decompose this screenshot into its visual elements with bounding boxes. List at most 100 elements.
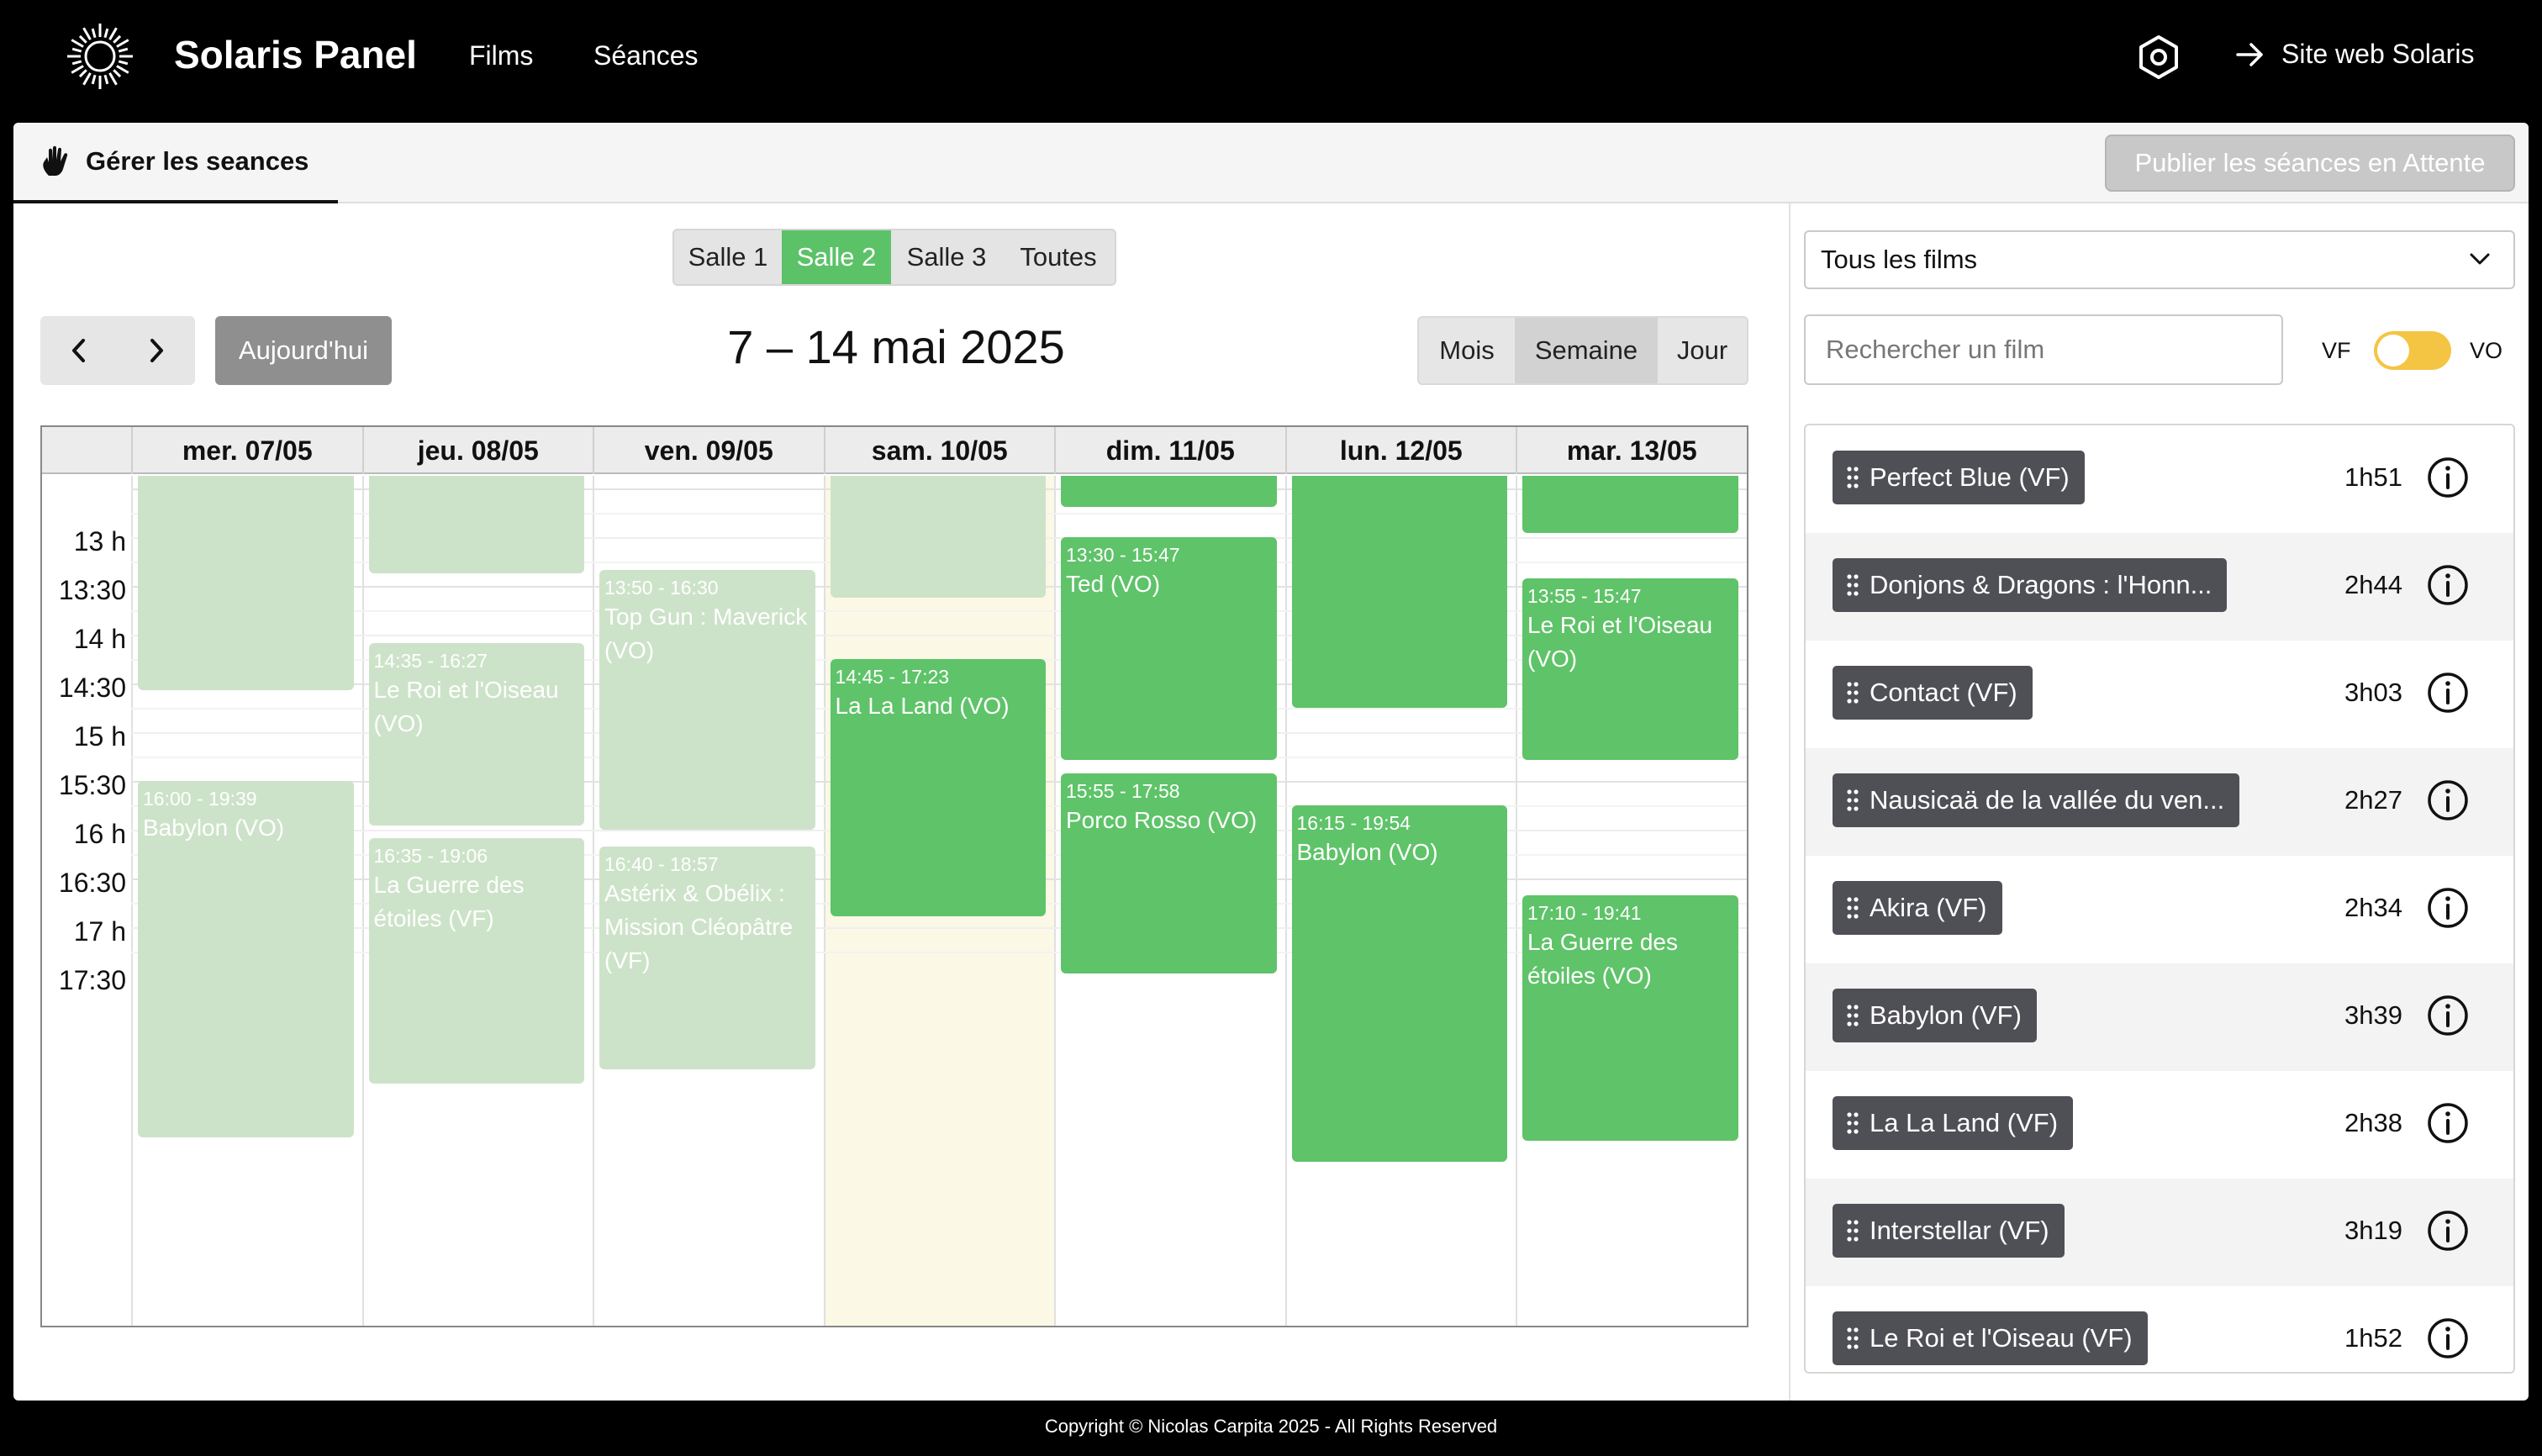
film-drag-chip[interactable]: Contact (VF) (1833, 666, 2033, 720)
seance-event[interactable]: 17:10 - 19:41 La Guerre des étoiles (VO) (1522, 894, 1738, 1141)
seance-event[interactable]: 16:15 - 19:54 Babylon (VO) (1291, 805, 1507, 1162)
day-header: ven. 09/05 (593, 427, 824, 474)
room-button-salle-1[interactable]: Salle 1 (674, 230, 782, 284)
film-filter-select[interactable]: Tous les films (1804, 230, 2515, 289)
vf-vo-toggle[interactable] (2374, 331, 2451, 370)
info-icon[interactable] (2426, 671, 2470, 715)
brand-title[interactable]: Solaris Panel (174, 32, 417, 77)
room-button-salle-3[interactable]: Salle 3 (891, 230, 1002, 284)
film-drag-chip[interactable]: Akira (VF) (1833, 881, 2002, 935)
previous-week-button[interactable] (40, 316, 118, 385)
film-title: Perfect Blue (VF) (1870, 462, 2070, 492)
seance-event[interactable]: 13:30 - 15:47 Ted (VO) (1061, 537, 1277, 761)
seance-event[interactable]: 14:35 - 16:27 Le Roi et l'Oiseau (VO) (368, 643, 584, 826)
time-label: 17:30 (58, 965, 126, 996)
view-button-jour[interactable]: Jour (1656, 318, 1747, 383)
view-button-mois[interactable]: Mois (1419, 318, 1515, 383)
seance-event[interactable]: Nausicaä de la vallée du vent (VO) (138, 476, 354, 691)
time-label: 15 h (73, 721, 126, 752)
film-drag-chip[interactable]: Nausicaä de la vallée du ven... (1833, 773, 2240, 827)
nav-link-seances[interactable]: Séances (593, 40, 699, 71)
day-header: jeu. 08/05 (361, 427, 593, 474)
seance-event[interactable] (830, 476, 1046, 598)
room-button-toutes[interactable]: Toutes (1002, 230, 1115, 284)
settings-hexagon-icon[interactable] (2135, 34, 2182, 81)
room-selector: Salle 1 Salle 2 Salle 3 Toutes (672, 229, 1116, 286)
tab-manage-seances[interactable]: Gérer les seances (13, 123, 338, 203)
publish-pending-button[interactable]: Publier les séances en Attente (2105, 135, 2515, 192)
event-time: 15:55 - 17:58 (1066, 779, 1180, 802)
calendar-time-grid[interactable]: 13 h 13:30 14 h 14:30 15 h 15:30 16 h 16:30 17 h… (42, 476, 1747, 1326)
time-axis: 13 h 13:30 14 h 14:30 15 h 15:30 16 h 16:30 17 h… (42, 476, 131, 1326)
main-panel: Gérer les seances Publier les séances en… (13, 123, 2529, 1401)
drag-handle-icon (1847, 1005, 1859, 1026)
film-search-input[interactable] (1804, 314, 2283, 385)
next-week-button[interactable] (118, 316, 195, 385)
view-button-semaine[interactable]: Semaine (1515, 318, 1656, 383)
day-header: dim. 11/05 (1054, 427, 1285, 474)
film-duration: 3h39 (2344, 1000, 2402, 1030)
film-title: Akira (VF) (1870, 893, 1987, 922)
info-icon[interactable] (2426, 1316, 2470, 1360)
event-title: Le Roi et l'Oiseau (VO) (373, 677, 559, 737)
film-drag-chip[interactable]: La La Land (VF) (1833, 1096, 2074, 1150)
seance-event[interactable]: 13:55 - 15:47 Le Roi et l'Oiseau (VO) (1522, 578, 1738, 761)
header-corner (42, 427, 131, 474)
nav-link-films[interactable]: Films (469, 40, 533, 71)
film-title: Le Roi et l'Oiseau (VF) (1870, 1323, 2133, 1353)
panel-header: Gérer les seances Publier les séances en… (13, 123, 2529, 203)
site-web-link[interactable]: Site web Solaris (2236, 39, 2474, 70)
film-list-item: Donjons & Dragons : l'Honn... 2h44 (1806, 533, 2513, 641)
site-web-label: Site web Solaris (2281, 39, 2475, 69)
info-icon[interactable] (2426, 778, 2470, 822)
time-label: 15:30 (58, 770, 126, 801)
sidebar-divider (1789, 203, 1790, 1401)
film-title: La La Land (VF) (1870, 1108, 2059, 1137)
day-header: lun. 12/05 (1284, 427, 1516, 474)
info-icon[interactable] (2426, 456, 2470, 499)
seance-event[interactable] (368, 476, 584, 573)
view-selector: Mois Semaine Jour (1417, 316, 1748, 385)
time-label: 13 h (73, 526, 126, 557)
event-title: Le Roi et l'Oiseau (VO) (1527, 611, 1713, 672)
seance-event[interactable] (1061, 476, 1277, 507)
seance-event[interactable]: 16:00 - 19:39 Babylon (VO) (138, 781, 354, 1137)
film-list-item: Contact (VF) 3h03 (1806, 641, 2513, 748)
seance-event[interactable]: 15:55 - 17:58 Porco Rosso (VO) (1061, 773, 1277, 973)
film-drag-chip[interactable]: Interstellar (VF) (1833, 1204, 2065, 1258)
film-drag-chip[interactable]: Donjons & Dragons : l'Honn... (1833, 558, 2228, 612)
event-title: Ted (VO) (1066, 571, 1161, 598)
drag-handle-icon (1847, 1112, 1859, 1134)
film-drag-chip[interactable]: Perfect Blue (VF) (1833, 451, 2085, 504)
seance-event[interactable] (1522, 476, 1738, 533)
film-duration: 3h03 (2344, 678, 2402, 707)
room-button-salle-2[interactable]: Salle 2 (782, 230, 891, 284)
seance-event[interactable]: 16:40 - 18:57 Astérix & Obélix : Mission … (599, 846, 815, 1069)
arrow-right-icon (2236, 42, 2263, 66)
film-list-item: Perfect Blue (VF) 1h51 (1806, 425, 2513, 533)
drag-handle-icon (1847, 682, 1859, 704)
info-icon[interactable] (2426, 886, 2470, 930)
film-list-item: Akira (VF) 2h34 (1806, 856, 2513, 963)
chevron-right-icon (150, 339, 163, 362)
seance-event[interactable]: 14:45 - 17:23 La La Land (VO) (830, 659, 1046, 916)
film-duration: 1h52 (2344, 1323, 2402, 1353)
seance-event[interactable]: 16:35 - 19:06 La Guerre des étoiles (VF) (368, 838, 584, 1084)
seance-event[interactable]: 13:50 - 16:30 Top Gun : Maverick (VO) (599, 570, 815, 831)
time-label: 17 h (73, 916, 126, 947)
today-button[interactable]: Aujourd'hui (215, 316, 392, 385)
sun-logo-icon[interactable] (66, 22, 134, 91)
info-icon[interactable] (2426, 563, 2470, 607)
film-list-item: Babylon (VF) 3h39 (1806, 963, 2513, 1071)
film-drag-chip[interactable]: Le Roi et l'Oiseau (VF) (1833, 1311, 2148, 1365)
film-list: Perfect Blue (VF) 1h51 Donjons & Dragons :… (1804, 424, 2515, 1374)
film-drag-chip[interactable]: Babylon (VF) (1833, 989, 2037, 1042)
drag-handle-icon (1847, 789, 1859, 811)
info-icon[interactable] (2426, 1209, 2470, 1253)
info-icon[interactable] (2426, 1101, 2470, 1145)
footer-copyright: Copyright © Nicolas Carpita 2025 - All R… (1044, 1416, 1498, 1437)
calendar-day-headers: mer. 07/05 jeu. 08/05 ven. 09/05 sam. 10/05… (42, 427, 1747, 474)
hand-icon (43, 145, 68, 176)
seance-event[interactable]: Nausicaä de la vallée du vent (VO) (1291, 476, 1507, 709)
info-icon[interactable] (2426, 994, 2470, 1037)
